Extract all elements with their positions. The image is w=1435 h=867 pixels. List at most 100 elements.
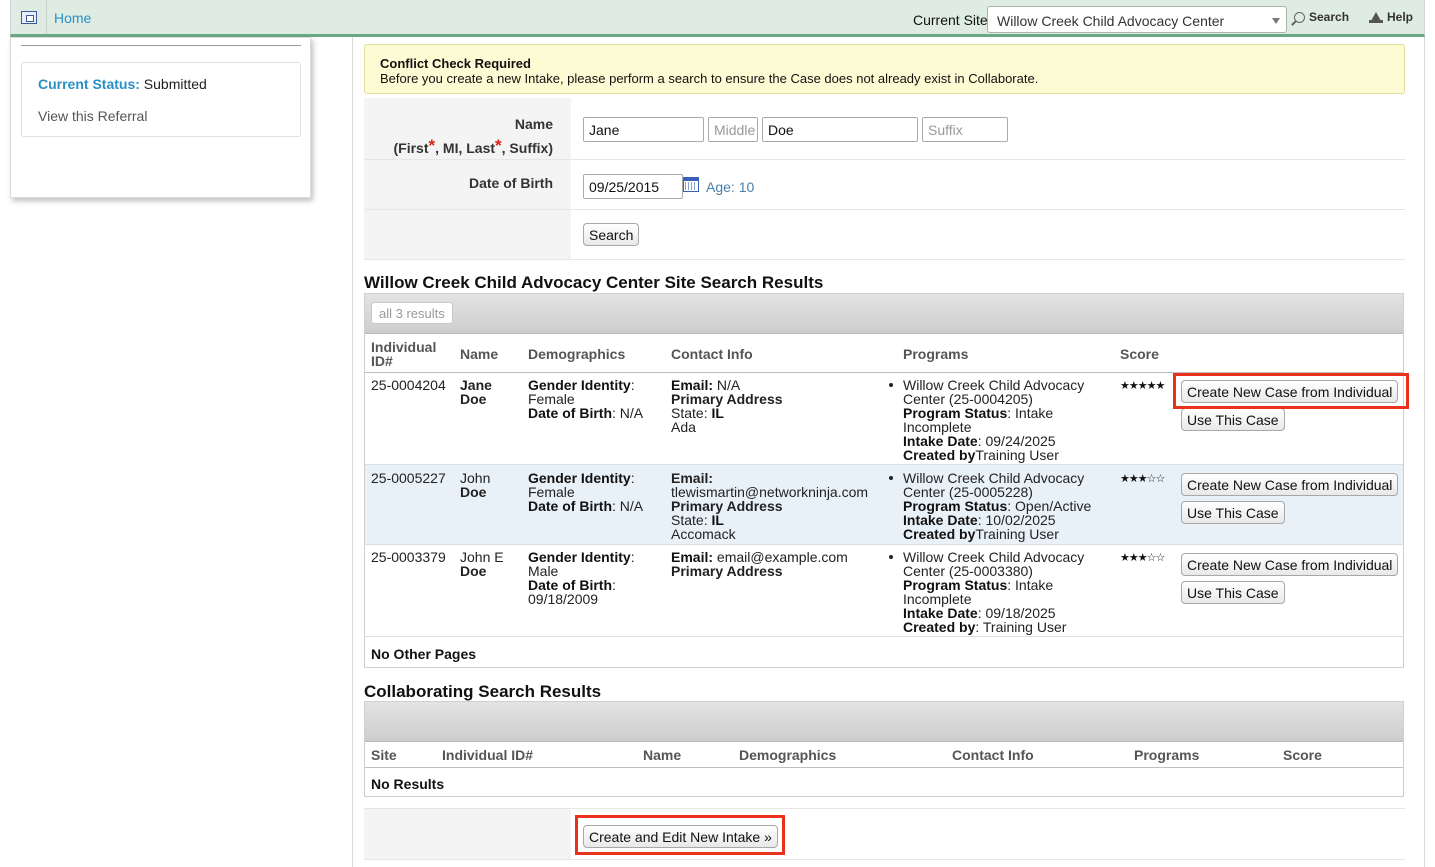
created-by: Created by: Training User bbox=[903, 619, 1067, 635]
col-score[interactable]: Score bbox=[1283, 748, 1322, 762]
pagination-status: No Other Pages bbox=[371, 646, 477, 662]
col-programs[interactable]: Programs bbox=[903, 347, 968, 361]
create-case-from-individual-button[interactable]: Create New Case from Individual bbox=[1181, 473, 1399, 496]
gender-value: Female bbox=[528, 391, 575, 407]
program-link[interactable]: Willow Creek Child Advocacy Center (25-0… bbox=[903, 471, 1098, 499]
collab-results-grid: Site Individual ID# Name Demographics Co… bbox=[364, 701, 1404, 797]
dob-value: Date of Birth: N/A bbox=[528, 498, 644, 514]
program-status: Program Status: Intake Incomplete bbox=[903, 577, 1054, 607]
alert-title: Conflict Check Required bbox=[380, 56, 531, 71]
individual-id-link[interactable]: 25-0004204 bbox=[371, 378, 446, 392]
gender-value: Female bbox=[528, 484, 575, 500]
create-intake-label-cell bbox=[364, 809, 571, 859]
dob-inputs: 09/25/2015 Age: 10 bbox=[571, 160, 1405, 209]
program-status: Program Status: Open/Active bbox=[903, 498, 1092, 514]
search-link[interactable]: Search bbox=[1294, 10, 1349, 24]
use-this-case-button[interactable]: Use This Case bbox=[1181, 581, 1285, 604]
current-status-value: Submitted bbox=[143, 76, 207, 92]
name-label: Name bbox=[514, 116, 553, 132]
highlight-box bbox=[575, 815, 785, 855]
col-contact-info[interactable]: Contact Info bbox=[671, 347, 753, 361]
intake-date: Intake Date: 10/02/2025 bbox=[903, 512, 1056, 528]
search-button-cell: Search bbox=[571, 210, 1405, 259]
col-site[interactable]: Site bbox=[371, 748, 397, 762]
use-this-case-button[interactable]: Use This Case bbox=[1181, 501, 1285, 524]
site-results-title: Willow Creek Child Advocacy Center Site … bbox=[364, 273, 824, 292]
search-label-cell bbox=[364, 210, 571, 259]
search-row: Search bbox=[364, 210, 1405, 260]
top-navigation-bar: Home Current Site Willow Creek Child Adv… bbox=[10, 0, 1425, 37]
program-link[interactable]: Willow Creek Child Advocacy Center (25-0… bbox=[903, 550, 1098, 578]
name-first: Jane bbox=[460, 377, 492, 393]
individual-id-link[interactable]: 25-0003379 bbox=[371, 550, 446, 564]
middle-initial-input[interactable]: Middle bbox=[708, 117, 758, 142]
suffix-input[interactable]: Suffix bbox=[922, 117, 1008, 142]
app-menu-button[interactable] bbox=[11, 0, 47, 34]
create-case-from-individual-button[interactable]: Create New Case from Individual bbox=[1181, 553, 1399, 576]
no-results-text: No Results bbox=[371, 776, 445, 792]
calendar-icon[interactable] bbox=[683, 177, 699, 192]
conflict-check-alert: Conflict Check Required Before you creat… bbox=[364, 44, 1405, 94]
use-this-case-button[interactable]: Use This Case bbox=[1181, 408, 1285, 431]
age-text: Age: 10 bbox=[706, 179, 755, 195]
individual-id-link[interactable]: 25-0005227 bbox=[371, 471, 446, 485]
email-value: tlewismartin@networkninja.com bbox=[671, 484, 869, 500]
required-mark: * bbox=[495, 136, 502, 155]
name-last: Doe bbox=[460, 563, 487, 579]
current-status-label: Current Status: bbox=[38, 76, 140, 92]
program-link[interactable]: Willow Creek Child Advocacy Center (25-0… bbox=[903, 378, 1098, 406]
help-icon bbox=[1369, 11, 1383, 23]
table-row: 25-0003379 John E Doe Gender Identity: M… bbox=[365, 545, 1403, 637]
current-site-select[interactable]: Willow Creek Child Advocacy Center bbox=[987, 6, 1287, 33]
county-value: Accomack bbox=[671, 526, 736, 542]
search-link-label: Search bbox=[1309, 10, 1350, 24]
name-row: Name (First*, MI, Last*, Suffix) Jane Mi… bbox=[364, 98, 1405, 160]
col-demographics[interactable]: Demographics bbox=[528, 347, 625, 361]
header-divider bbox=[365, 767, 1403, 768]
status-box: Current Status: Submitted View this Refe… bbox=[21, 62, 301, 137]
col-programs[interactable]: Programs bbox=[1134, 748, 1199, 762]
col-name[interactable]: Name bbox=[460, 347, 498, 361]
dob-value: Date of Birth: N/A bbox=[528, 405, 644, 421]
name-label-cell: Name (First*, MI, Last*, Suffix) bbox=[364, 98, 571, 159]
created-by: Created byTraining User bbox=[903, 447, 1059, 463]
col-score[interactable]: Score bbox=[1120, 347, 1159, 361]
dob-label: Date of Birth: bbox=[528, 577, 616, 593]
col-individual-id[interactable]: Individual ID# bbox=[442, 748, 533, 762]
program-status: Program Status: Intake Incomplete bbox=[903, 405, 1054, 435]
first-name-input[interactable]: Jane bbox=[583, 117, 704, 142]
name-inputs: Jane Middle Doe Suffix bbox=[571, 98, 1405, 159]
view-referral-link[interactable]: View this Referral bbox=[38, 108, 147, 124]
results-count-filter[interactable]: all 3 results bbox=[371, 302, 453, 324]
current-site-value: Willow Creek Child Advocacy Center bbox=[997, 13, 1225, 29]
created-by: Created byTraining User bbox=[903, 526, 1059, 542]
name-last: Doe bbox=[460, 484, 487, 500]
primary-address-label: Primary Address bbox=[671, 563, 783, 579]
col-demographics[interactable]: Demographics bbox=[739, 748, 836, 762]
collab-results-title: Collaborating Search Results bbox=[364, 682, 602, 701]
current-status: Current Status: Submitted bbox=[38, 76, 207, 92]
col-name[interactable]: Name bbox=[643, 748, 681, 762]
dob-label: Date of Birth bbox=[364, 160, 571, 209]
grid-toolbar bbox=[365, 702, 1403, 742]
last-name-input[interactable]: Doe bbox=[762, 117, 918, 142]
home-link[interactable]: Home bbox=[54, 10, 91, 26]
help-link[interactable]: Help bbox=[1369, 10, 1413, 24]
highlight-box bbox=[1173, 373, 1409, 409]
chevron-down-icon bbox=[1272, 18, 1280, 24]
help-link-label: Help bbox=[1387, 10, 1414, 24]
search-button[interactable]: Search bbox=[583, 223, 640, 246]
create-intake-row: Create and Edit New Intake » bbox=[364, 808, 1405, 860]
bullet-icon bbox=[889, 383, 893, 387]
name-first: John E bbox=[460, 549, 504, 565]
dob-row: Date of Birth 09/25/2015 Age: 10 bbox=[364, 160, 1405, 210]
email-value: Email: email@example.com bbox=[671, 549, 848, 565]
name-sublabel: (First*, MI, Last*, Suffix) bbox=[393, 136, 554, 156]
col-contact-info[interactable]: Contact Info bbox=[952, 748, 1034, 762]
name-last: Doe bbox=[460, 391, 487, 407]
dob-input[interactable]: 09/25/2015 bbox=[583, 174, 683, 199]
dob-value: 09/18/2009 bbox=[528, 591, 599, 607]
referral-sidebar: Current Status: Submitted View this Refe… bbox=[10, 37, 311, 198]
email-label: Email: bbox=[671, 470, 714, 486]
col-individual-id[interactable]: Individual ID# bbox=[371, 340, 451, 368]
